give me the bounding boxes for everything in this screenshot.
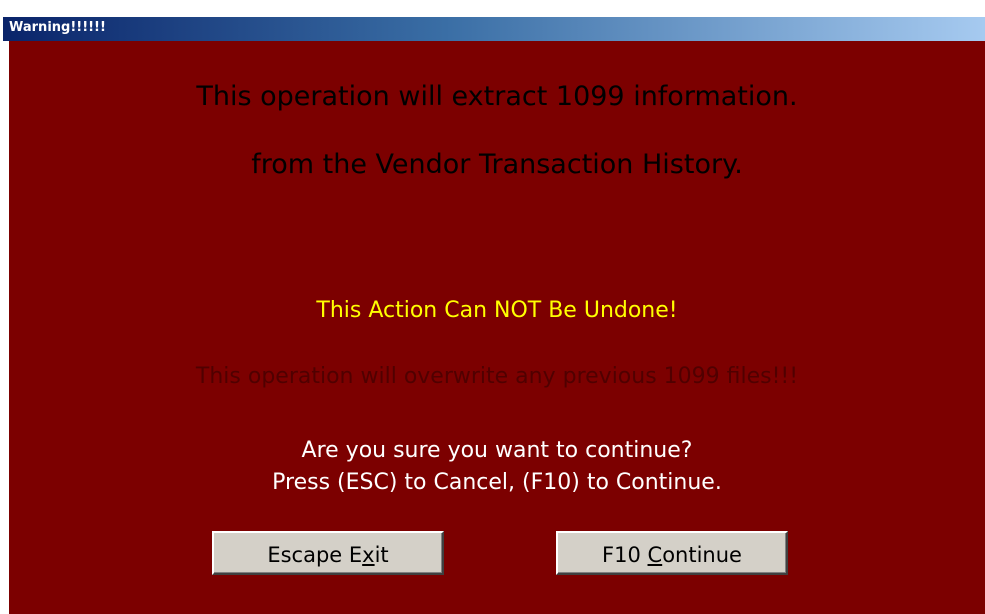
f10-continue-button[interactable]: F10 Continue bbox=[556, 531, 788, 575]
heading-line-1: This operation will extract 1099 informa… bbox=[196, 81, 798, 112]
warning-dialog-window: Warning!!!!!! This operation will extrac… bbox=[0, 0, 985, 614]
dialog-body: This operation will extract 1099 informa… bbox=[9, 41, 985, 614]
escape-exit-accelerator: x bbox=[362, 543, 375, 567]
f10-continue-label-after: ontinue bbox=[662, 543, 742, 567]
heading-line-2: from the Vendor Transaction History. bbox=[251, 149, 743, 180]
escape-exit-button[interactable]: Escape Exit bbox=[212, 531, 444, 575]
overwrite-notice-text: This operation will overwrite any previo… bbox=[195, 364, 799, 389]
window-title: Warning!!!!!! bbox=[9, 20, 106, 35]
key-instructions-text: Press (ESC) to Cancel, (F10) to Continue… bbox=[272, 470, 722, 495]
confirm-question-text: Are you sure you want to continue? bbox=[301, 438, 693, 463]
f10-continue-label-before: F10 bbox=[602, 543, 648, 567]
undo-warning-text: This Action Can NOT Be Undone! bbox=[316, 298, 678, 323]
title-bar[interactable]: Warning!!!!!! bbox=[3, 17, 985, 41]
f10-continue-accelerator: C bbox=[647, 543, 663, 567]
escape-exit-label-before: Escape E bbox=[267, 543, 363, 567]
escape-exit-label-after: it bbox=[374, 543, 389, 567]
